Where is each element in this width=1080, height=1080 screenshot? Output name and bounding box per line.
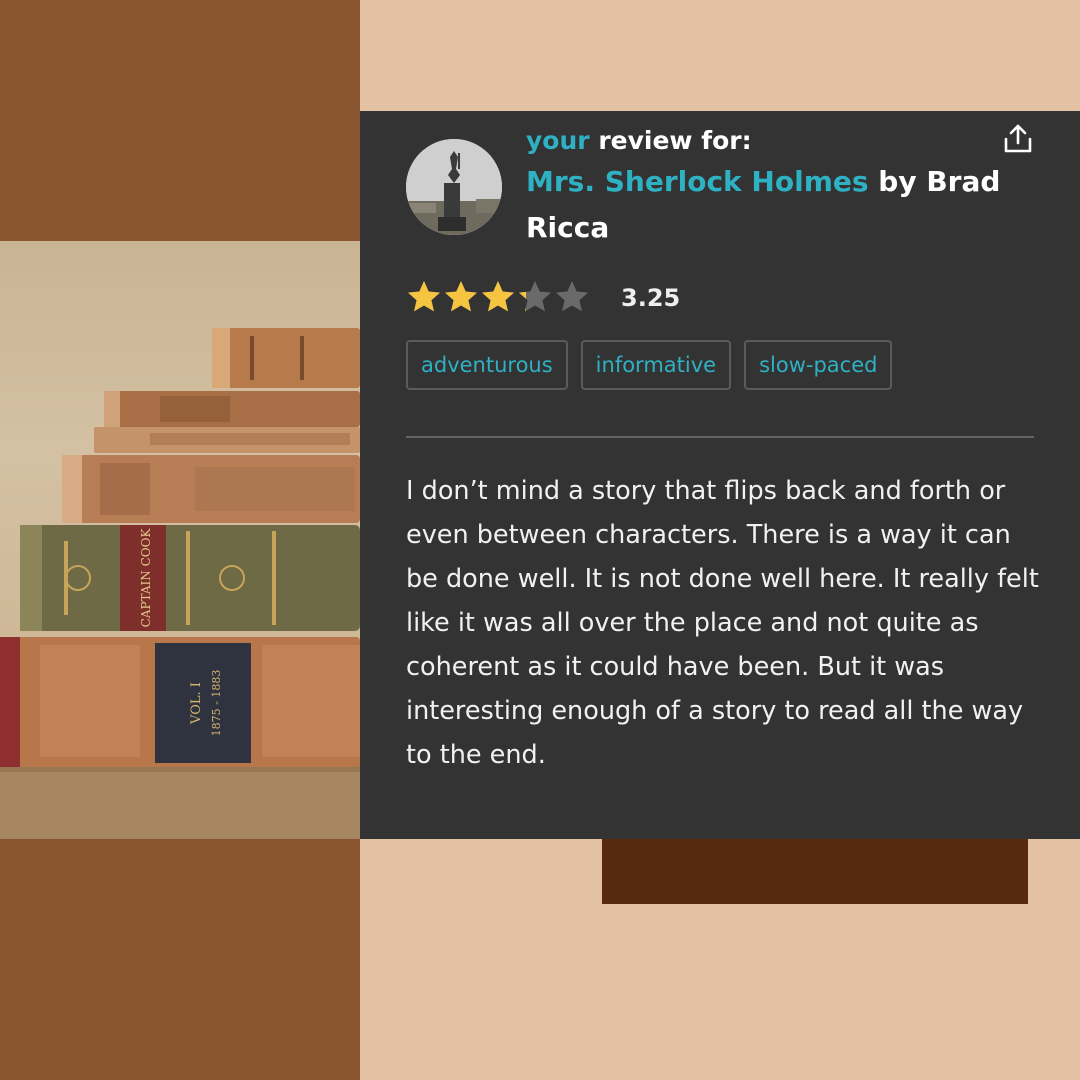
avatar [406,139,502,235]
mood-tag[interactable]: slow-paced [744,340,893,390]
review-card: your review for: Mrs. Sherlock Holmes by… [360,111,1080,839]
share-icon[interactable] [1000,121,1036,157]
star-icon [445,281,477,312]
star-icon [482,281,514,312]
heading-review-for: review for: [598,126,752,155]
spine-text-years: 1875 - 1883 [210,670,223,737]
book-title-link[interactable]: Mrs. Sherlock Holmes [526,165,869,198]
book-stack-photo: CAPTAIN COOK VOL. I 1875 - 1883 [0,241,360,839]
mood-tags: adventurous informative slow-paced [406,340,905,390]
star-icon [408,281,440,312]
spine-text-vol: VOL. I [189,682,204,725]
rating-value: 3.25 [621,284,681,312]
heading-your: your [526,126,590,155]
mood-tag[interactable]: informative [580,340,732,390]
divider [406,436,1034,438]
review-text: I don’t mind a story that flips back and… [406,476,1039,770]
review-heading: your review for: Mrs. Sherlock Holmes by… [526,127,1016,251]
star-icon [556,281,588,312]
star-rating [406,277,591,317]
star-icon [519,281,551,312]
background-dark-accent-block [602,836,1028,904]
mood-tag[interactable]: adventurous [406,340,568,390]
spine-text-captain-cook: CAPTAIN COOK [139,528,153,628]
